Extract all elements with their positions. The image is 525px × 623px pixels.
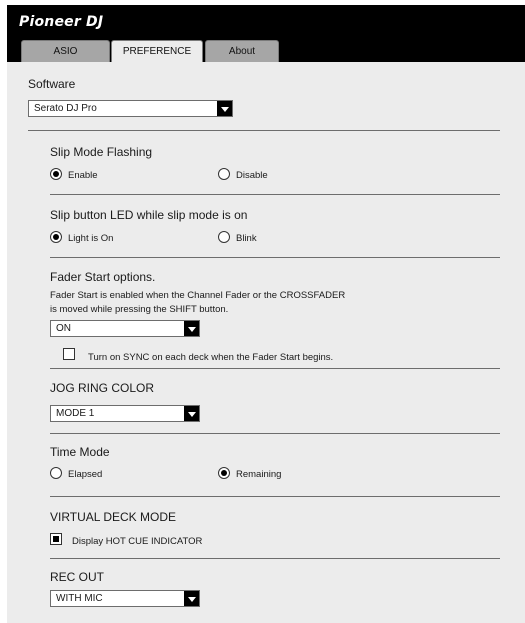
divider	[50, 257, 500, 258]
time-mode-title: Time Mode	[50, 445, 110, 459]
check-mark	[53, 536, 59, 542]
slip-flashing-disable-radio[interactable]	[218, 168, 230, 180]
slip-led-blink-radio[interactable]	[218, 231, 230, 243]
slip-button-led-title: Slip button LED while slip mode is on	[50, 208, 248, 222]
divider	[50, 496, 500, 497]
tab-asio[interactable]: ASIO	[21, 40, 110, 62]
rec-out-title: REC OUT	[50, 570, 104, 584]
divider	[50, 368, 500, 369]
fader-start-desc-line1: Fader Start is enabled when the Channel …	[50, 290, 346, 301]
software-selected: Serato DJ Pro	[34, 103, 97, 114]
fader-start-selected: ON	[56, 323, 71, 334]
slip-flashing-enable-label: Enable	[68, 170, 98, 181]
fader-start-title: Fader Start options.	[50, 270, 156, 284]
radio-dot	[221, 470, 227, 476]
rec-out-dropdown[interactable]: WITH MIC	[50, 590, 200, 607]
software-label: Software	[28, 77, 76, 91]
divider	[28, 130, 500, 131]
chevron-down-icon	[184, 321, 199, 336]
divider	[50, 194, 500, 195]
radio-dot	[53, 234, 59, 240]
time-mode-elapsed-radio[interactable]	[50, 467, 62, 479]
slip-led-blink-label: Blink	[236, 233, 257, 244]
tab-preference[interactable]: PREFERENCE	[111, 40, 203, 63]
time-mode-elapsed-label: Elapsed	[68, 469, 103, 480]
software-dropdown[interactable]: Serato DJ Pro	[28, 100, 233, 117]
jog-ring-color-title: JOG RING COLOR	[50, 381, 155, 395]
slip-led-light-on-radio[interactable]	[50, 231, 62, 243]
time-mode-remaining-label: Remaining	[236, 469, 282, 480]
chevron-down-icon	[184, 591, 199, 606]
slip-mode-flashing-title: Slip Mode Flashing	[50, 145, 153, 159]
jog-ring-color-dropdown[interactable]: MODE 1	[50, 405, 200, 422]
slip-led-light-on-label: Light is On	[68, 233, 114, 244]
sync-on-fader-start-checkbox[interactable]	[63, 348, 75, 360]
radio-dot	[53, 171, 59, 177]
fader-start-dropdown[interactable]: ON	[50, 320, 200, 337]
slip-flashing-disable-label: Disable	[236, 170, 268, 181]
chevron-down-icon	[217, 101, 232, 116]
rec-out-selected: WITH MIC	[56, 593, 103, 604]
divider	[50, 433, 500, 434]
hot-cue-indicator-checkbox[interactable]	[50, 533, 62, 545]
jog-ring-color-selected: MODE 1	[56, 408, 95, 419]
sync-on-fader-start-label: Turn on SYNC on each deck when the Fader…	[88, 352, 334, 363]
brand-logo: Pioneer DJ	[19, 14, 104, 30]
divider	[50, 558, 500, 559]
time-mode-remaining-radio[interactable]	[218, 467, 230, 479]
hot-cue-indicator-label: Display HOT CUE INDICATOR	[72, 536, 203, 547]
fader-start-desc-line2: is moved while pressing the SHIFT button…	[50, 304, 229, 315]
slip-flashing-enable-radio[interactable]	[50, 168, 62, 180]
virtual-deck-mode-title: VIRTUAL DECK MODE	[50, 510, 177, 524]
tab-about[interactable]: About	[205, 40, 279, 62]
chevron-down-icon	[184, 406, 199, 421]
